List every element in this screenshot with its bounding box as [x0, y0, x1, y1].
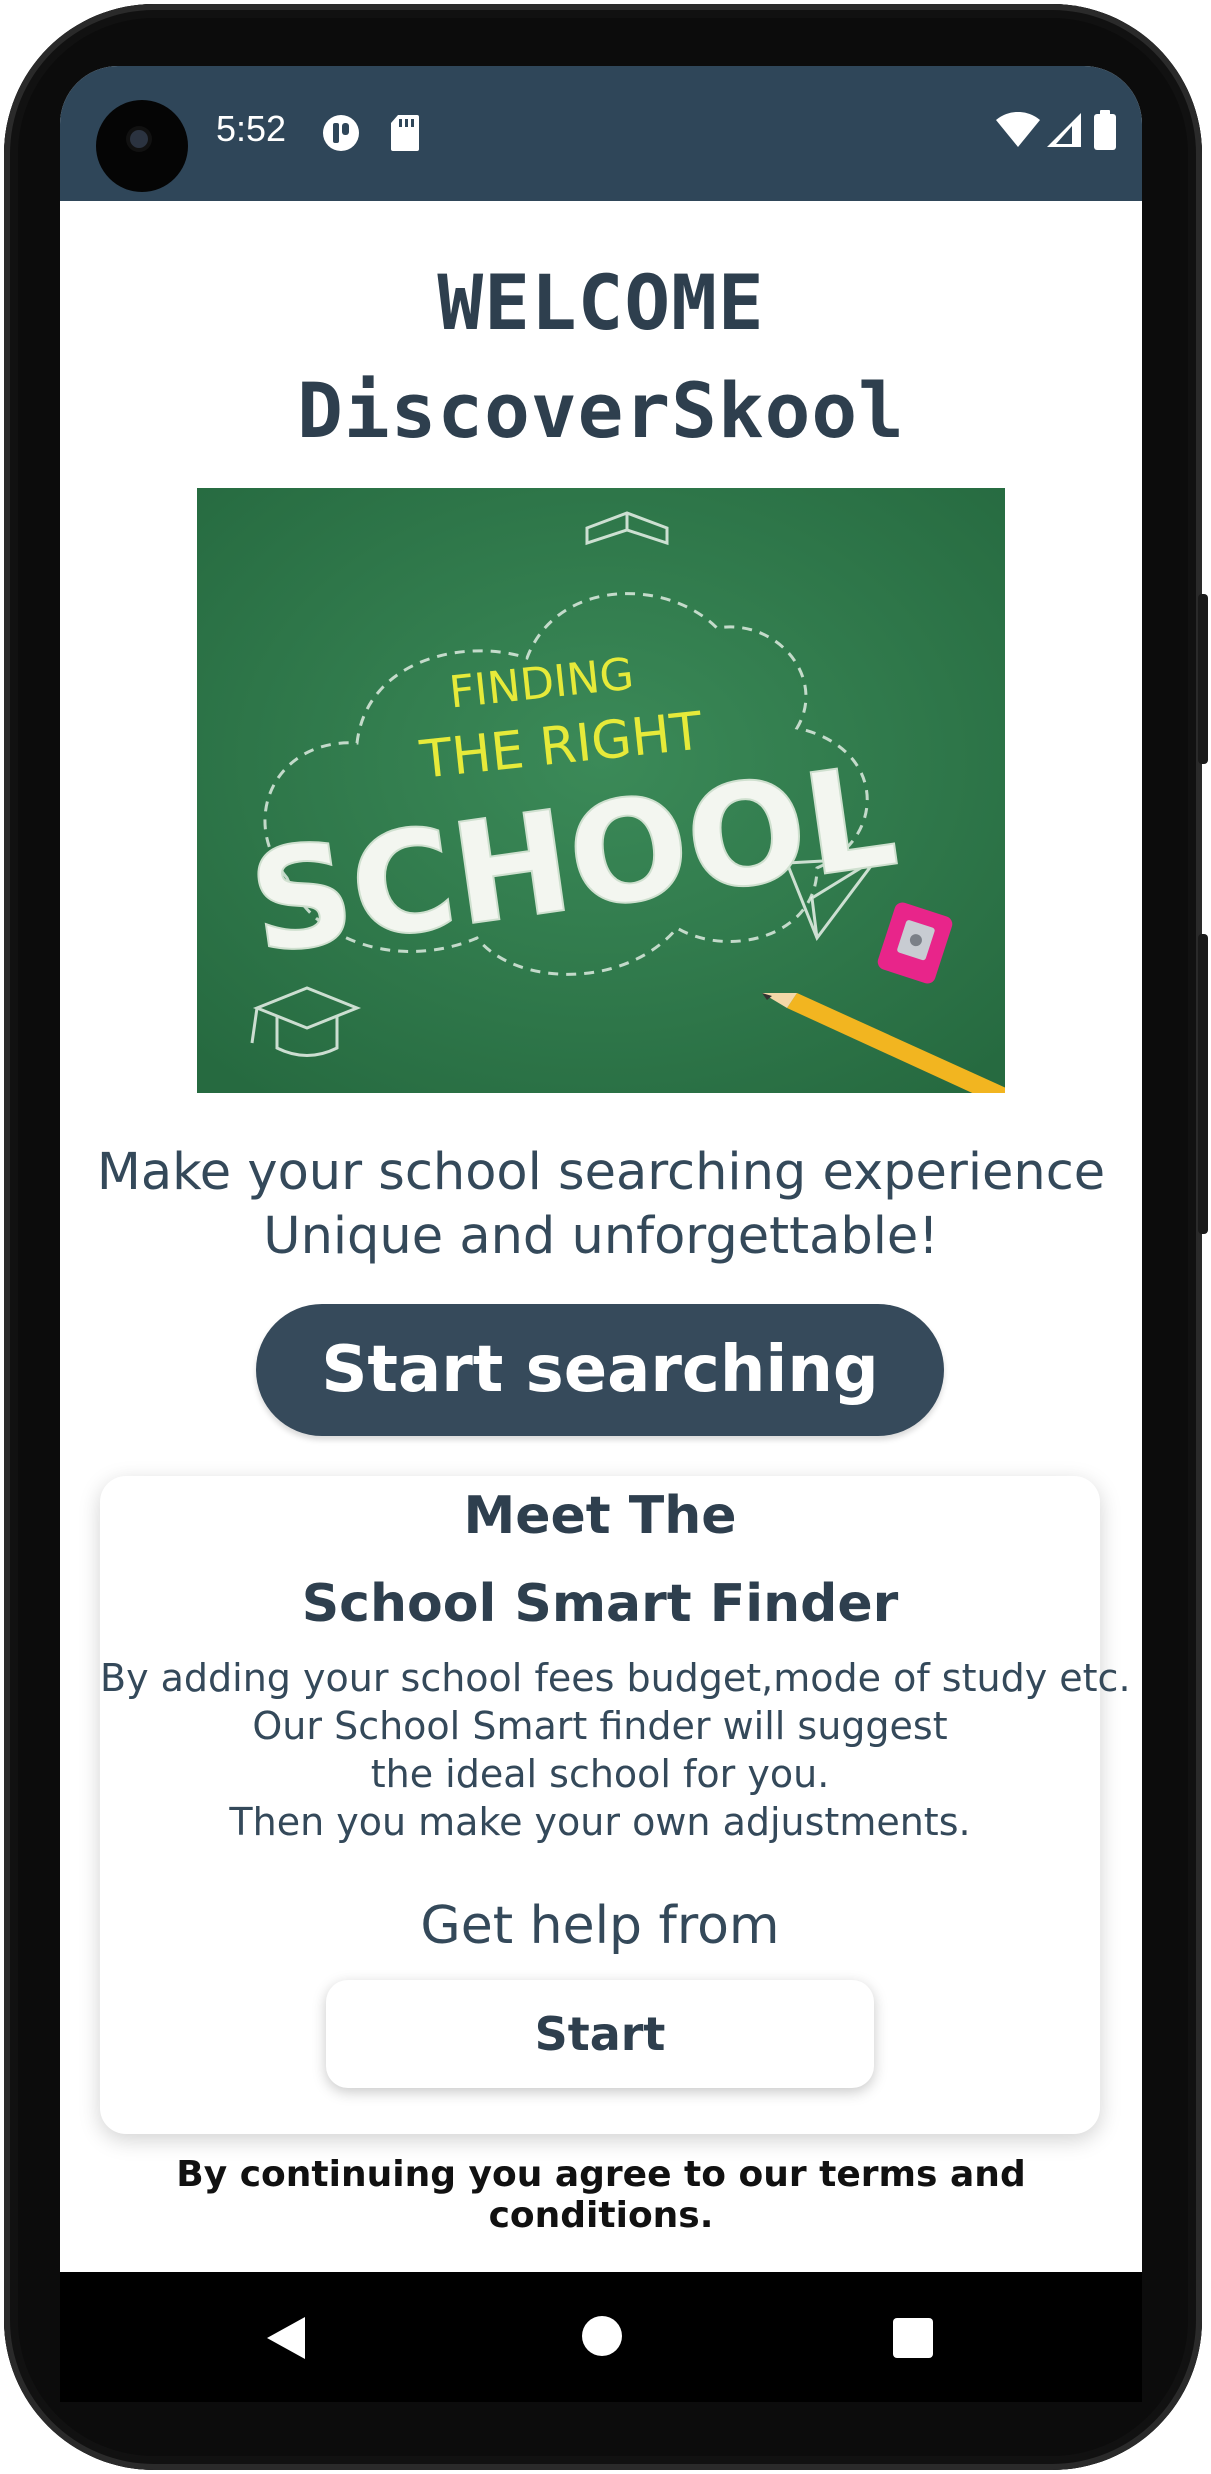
sd-card-icon [391, 115, 419, 151]
card-description-line: the ideal school for you. [370, 1752, 830, 1796]
card-heading-1: Meet The [463, 1486, 737, 1546]
navigation-bar [60, 2272, 1142, 2402]
get-help-text: Get help from [420, 1896, 780, 1956]
terms-text[interactable]: By continuing you agree to our terms and… [60, 2154, 1142, 2236]
tagline-line-2: Unique and unforgettable! [263, 1207, 939, 1266]
power-button [1198, 934, 1208, 1234]
tagline-line-1: Make your school searching experience [96, 1143, 1106, 1202]
app-screen: 5:52 WELCOME DiscoverSkool FINDING THE R… [60, 66, 1142, 2272]
cell-signal-icon [1047, 113, 1081, 147]
status-bar: 5:52 [60, 66, 1142, 201]
card-heading-2: School Smart Finder [301, 1574, 899, 1634]
card-description: By adding your school fees budget,mode o… [100, 1654, 1131, 1846]
status-time: 5:52 [216, 108, 287, 149]
card-description-line: Our School Smart finder will suggest [252, 1704, 948, 1748]
start-button[interactable]: Start [326, 1980, 874, 2088]
notification-app-icon [323, 115, 359, 151]
wifi-icon [996, 112, 1040, 147]
battery-icon [1094, 110, 1116, 150]
recents-icon[interactable] [892, 2317, 934, 2359]
tagline: Make your school searching experience Un… [60, 1141, 1142, 1269]
smart-finder-card: Meet The School Smart Finder By adding y… [100, 1476, 1131, 2134]
hero-chalkboard-image: FINDING THE RIGHT SCHOOL [197, 488, 1005, 1093]
app-name-heading: DiscoverSkool [297, 366, 905, 455]
card-description-line: Then you make your own adjustments. [229, 1800, 971, 1844]
welcome-heading: WELCOME [437, 258, 765, 347]
back-icon[interactable] [265, 2315, 307, 2361]
front-camera [96, 100, 188, 192]
card-description-line: By adding your school fees budget,mode o… [100, 1656, 1131, 1700]
start-searching-button[interactable]: Start searching [256, 1304, 944, 1436]
home-icon[interactable] [581, 2315, 623, 2357]
volume-button [1198, 594, 1208, 764]
